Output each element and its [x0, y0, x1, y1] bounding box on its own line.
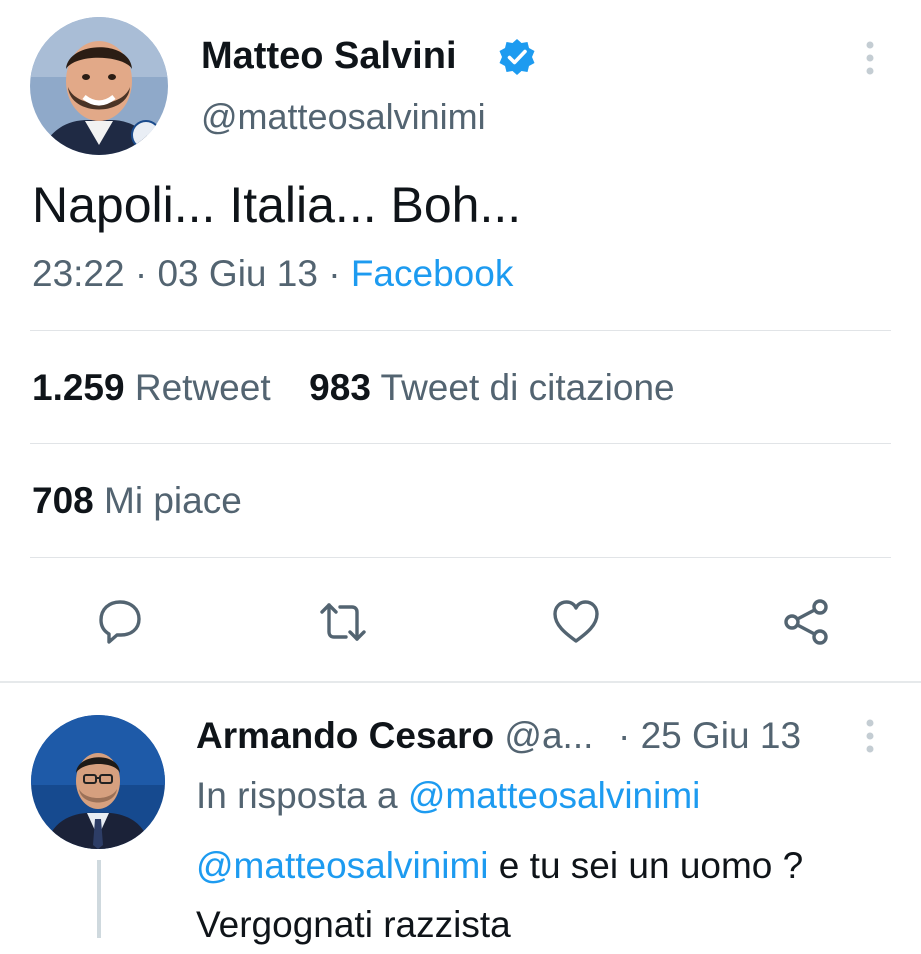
reply-icon[interactable] — [93, 595, 147, 649]
section-divider — [0, 681, 921, 683]
reply-text-after-mention: e tu sei un uomo ? — [488, 845, 804, 886]
quotes-stat[interactable]: 983 Tweet di citazione — [309, 367, 674, 408]
meta-separator: · — [328, 253, 341, 294]
divider — [30, 443, 891, 444]
quotes-label: Tweet di citazione — [380, 367, 675, 408]
reply-author-handle[interactable]: @a... — [504, 715, 593, 756]
likes-count: 708 — [32, 480, 94, 521]
author-name[interactable]: Matteo Salvini — [201, 34, 457, 78]
retweets-stat[interactable]: 1.259 Retweet — [32, 367, 271, 408]
meta-separator: · — [134, 253, 148, 294]
reply-text-line-1: @matteosalvinimi e tu sei un uomo ? — [196, 836, 803, 895]
meta-separator: · — [617, 715, 631, 756]
in-reply-to: In risposta a @matteosalvinimi — [196, 774, 700, 818]
tweet-text: Napoli... Italia... Boh... — [32, 177, 522, 233]
author-avatar[interactable] — [30, 17, 168, 155]
tweet-date[interactable]: 03 Giu 13 — [157, 253, 317, 294]
like-icon[interactable] — [549, 595, 603, 649]
reply-text: @matteosalvinimi e tu sei un uomo ? Verg… — [196, 836, 803, 954]
reply-mention-link[interactable]: @matteosalvinimi — [196, 845, 489, 886]
reply-header: Armando Cesaro @a... · 25 Giu 13 — [196, 714, 801, 758]
likes-stat[interactable]: 708 Mi piace — [32, 479, 242, 523]
reply-author-avatar[interactable] — [31, 715, 165, 849]
author-handle[interactable]: @matteosalvinimi — [201, 96, 486, 138]
retweet-icon[interactable] — [316, 595, 370, 649]
more-options-icon[interactable] — [860, 38, 880, 78]
stats-row-retweets: 1.259 Retweet 983 Tweet di citazione — [32, 366, 675, 410]
thread-connector — [97, 860, 101, 938]
share-icon[interactable] — [780, 595, 834, 649]
retweets-count: 1.259 — [32, 367, 125, 408]
in-reply-to-handle[interactable]: @matteosalvinimi — [408, 775, 701, 816]
quotes-count: 983 — [309, 367, 371, 408]
likes-label: Mi piace — [104, 480, 242, 521]
reply-date[interactable]: 25 Giu 13 — [641, 715, 801, 756]
tweet-time: 23:22 — [32, 253, 125, 294]
divider — [30, 330, 891, 331]
tweet-meta: 23:22 · 03 Giu 13 · Facebook — [32, 252, 513, 296]
reply-author-name[interactable]: Armando Cesaro — [196, 715, 494, 756]
retweets-label: Retweet — [134, 367, 271, 408]
in-reply-to-label: In risposta a — [196, 775, 398, 816]
verified-badge-icon — [497, 37, 537, 77]
more-options-icon[interactable] — [860, 716, 880, 756]
divider — [30, 557, 891, 558]
tweet-source-link[interactable]: Facebook — [351, 253, 514, 294]
reply-text-line-2: Vergognati razzista — [196, 904, 511, 945]
